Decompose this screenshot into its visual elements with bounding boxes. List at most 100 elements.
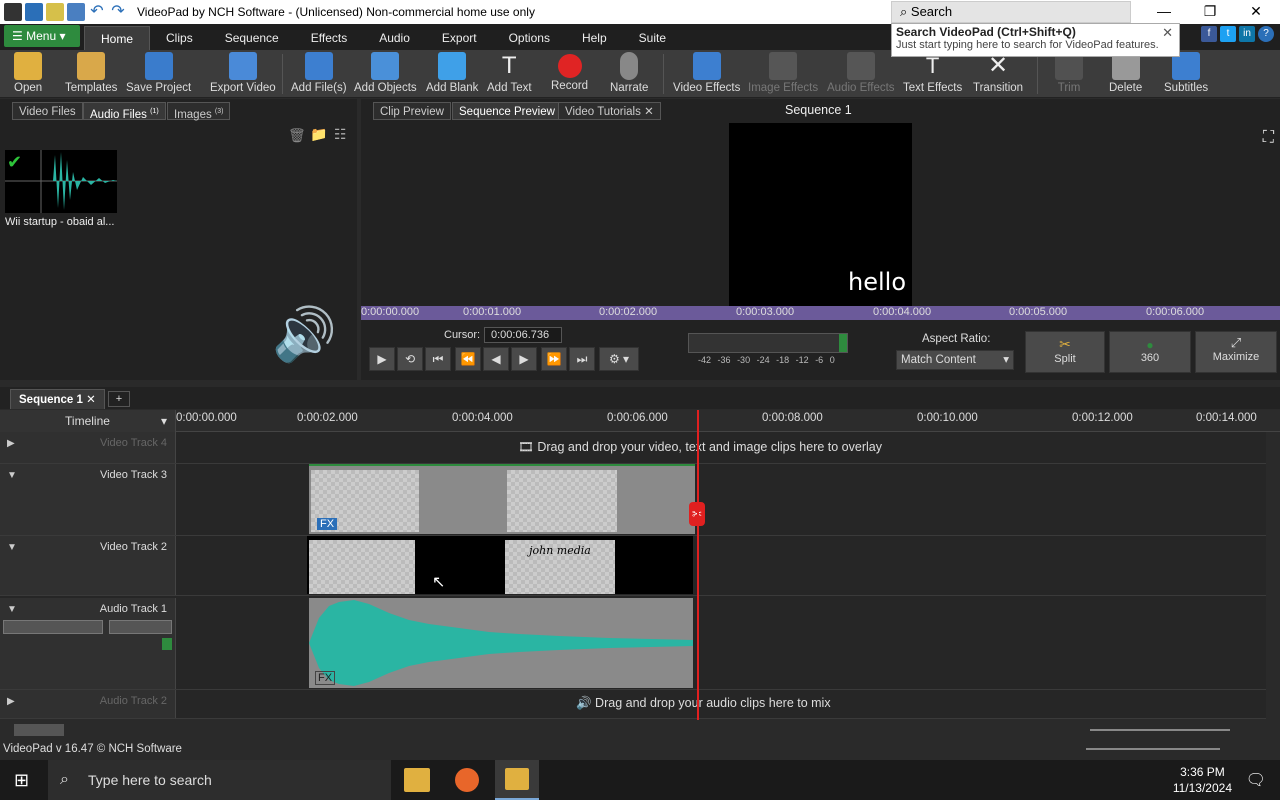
text-effects-button[interactable]: T Text Effects (903, 52, 962, 94)
expand-icon[interactable]: ▶ (7, 438, 15, 449)
new-icon[interactable] (25, 3, 43, 21)
360-button[interactable]: ● 360 (1109, 331, 1191, 373)
loop-button[interactable]: ⟲ (397, 347, 423, 371)
speed-dropdown[interactable]: ⚙ ▾ (599, 347, 639, 371)
close-button[interactable]: ✕ (1233, 0, 1279, 24)
step-back-button[interactable]: ◀ (483, 347, 509, 371)
narrate-button[interactable]: Narrate (610, 52, 648, 94)
preview-ruler[interactable]: 0:00:00.000 0:00:01.000 0:00:02.000 0:00… (361, 306, 1280, 320)
close-popup-icon[interactable]: ✕ (1162, 25, 1173, 41)
tab-sequence-1[interactable]: Sequence 1 ✕ (10, 389, 105, 409)
timeline-ruler[interactable]: Timeline ▾ 0:00:00.000 0:00:02.000 0:00:… (0, 410, 1280, 432)
templates-button[interactable]: Templates (65, 52, 117, 94)
prev-clip-button[interactable]: ⏪ (455, 347, 481, 371)
pan-slider[interactable] (109, 620, 172, 634)
track-header: ▼ Audio Track 1 (0, 598, 176, 689)
tab-export[interactable]: Export (426, 26, 493, 50)
delete-button[interactable]: Delete (1109, 52, 1142, 94)
facebook-icon[interactable]: f (1201, 26, 1217, 42)
trim-button[interactable]: Trim (1055, 52, 1083, 94)
save-icon[interactable] (67, 3, 85, 21)
expand-icon[interactable]: ▶ (7, 696, 15, 707)
fx-badge[interactable]: FX (317, 518, 338, 530)
export-video-button[interactable]: Export Video (210, 52, 276, 94)
record-button[interactable]: Record (551, 52, 588, 92)
delete-file-icon[interactable]: 🗑 (288, 127, 306, 144)
minimize-button[interactable]: — (1141, 0, 1187, 24)
tab-images[interactable]: Images (3) (167, 102, 231, 121)
add-files-button[interactable]: Add File(s) (291, 52, 347, 94)
audio-effects-button[interactable]: Audio Effects (827, 52, 895, 94)
add-sequence-button[interactable]: + (108, 391, 130, 407)
help-icon[interactable]: ? (1258, 26, 1274, 42)
tab-audio[interactable]: Audio (363, 26, 426, 50)
firefox-icon[interactable] (455, 768, 479, 792)
twitter-icon[interactable]: t (1220, 26, 1236, 42)
play-button[interactable]: ▶ (369, 347, 395, 371)
search-input[interactable]: ⌕ Search (891, 1, 1131, 23)
timeline-vertical-scrollbar[interactable] (1266, 432, 1280, 719)
collapse-icon[interactable]: ▼ (7, 542, 17, 553)
videopad-taskbar-button[interactable] (495, 760, 539, 800)
clock-date: 11/13/2024 (1172, 781, 1232, 795)
tab-help[interactable]: Help (566, 26, 623, 50)
tab-suite[interactable]: Suite (623, 26, 682, 50)
undo-icon[interactable]: ↶ (88, 3, 106, 21)
save-project-button[interactable]: Save Project (126, 52, 191, 94)
system-clock[interactable]: 3:36 PM 11/13/2024 (1173, 764, 1232, 796)
volume-slider[interactable] (3, 620, 103, 634)
transition-button[interactable]: ✕ Transition (973, 52, 1023, 94)
open-icon[interactable] (46, 3, 64, 21)
subtitles-button[interactable]: Subtitles (1164, 52, 1208, 94)
tab-options[interactable]: Options (493, 26, 566, 50)
tab-sequence-preview[interactable]: Sequence Preview (452, 102, 562, 120)
tab-sequence[interactable]: Sequence (209, 26, 295, 50)
list-view-icon[interactable]: ☷ (334, 126, 347, 143)
next-clip-button[interactable]: ⏩ (541, 347, 567, 371)
new-folder-icon[interactable]: 📁 (310, 126, 327, 143)
notifications-icon[interactable]: 🗨 (1246, 770, 1266, 790)
timeline-label[interactable]: Timeline ▾ (0, 410, 176, 432)
zoom-slider[interactable] (1090, 729, 1230, 731)
tab-video-files[interactable]: Video Files (12, 102, 83, 120)
open-button[interactable]: Open (14, 52, 42, 94)
video-clip[interactable]: FX (309, 464, 695, 534)
tab-audio-files[interactable]: Audio Files (1) (83, 102, 166, 121)
restore-button[interactable]: ❐ (1187, 0, 1233, 24)
video-clip[interactable]: john media (307, 536, 693, 594)
fullscreen-icon[interactable]: ⛶ (1263, 129, 1274, 147)
audio-file-thumbnail[interactable]: ✔ (5, 150, 117, 213)
taskbar-search[interactable]: ⌕ Type here to search (48, 760, 391, 800)
image-effects-button[interactable]: Image Effects (748, 52, 818, 94)
playhead[interactable] (697, 410, 699, 720)
menu-button[interactable]: ☰ Menu ▾ (4, 25, 80, 47)
master-volume-slider[interactable] (1086, 748, 1220, 750)
delete-label: Delete (1109, 82, 1143, 94)
add-text-button[interactable]: T Add Text (487, 52, 532, 94)
aspect-ratio-select[interactable]: Match Content ▾ (896, 350, 1014, 370)
windows-start-icon[interactable]: ⊞ (14, 770, 29, 791)
tab-effects[interactable]: Effects (295, 26, 363, 50)
tab-clip-preview[interactable]: Clip Preview (373, 102, 451, 120)
collapse-icon[interactable]: ▼ (7, 470, 17, 481)
tab-video-tutorials[interactable]: Video Tutorials ✕ (558, 102, 661, 120)
step-forward-button[interactable]: ▶ (511, 347, 537, 371)
cursor-value[interactable]: 0:00:06.736 (484, 327, 562, 343)
add-blank-button[interactable]: Add Blank (426, 52, 478, 94)
go-end-button[interactable]: ⏭ (569, 347, 595, 371)
timeline-horizontal-scrollbar[interactable] (0, 720, 1280, 740)
tab-clips[interactable]: Clips (150, 26, 209, 50)
file-explorer-icon[interactable] (404, 768, 430, 792)
tab-home[interactable]: Home (84, 26, 151, 50)
fx-badge[interactable]: FX (315, 671, 336, 685)
scroll-thumb[interactable] (14, 724, 64, 736)
redo-icon[interactable]: ↷ (109, 3, 127, 21)
maximize-button[interactable]: ⤢ Maximize (1195, 331, 1277, 373)
go-start-button[interactable]: ⏮ (425, 347, 451, 371)
video-effects-button[interactable]: Video Effects (673, 52, 740, 94)
linkedin-icon[interactable]: in (1239, 26, 1255, 42)
audio-clip[interactable]: FX (309, 598, 693, 688)
collapse-icon[interactable]: ▼ (7, 604, 17, 615)
add-objects-button[interactable]: Add Objects (354, 52, 417, 94)
split-button[interactable]: ✂ Split (1025, 331, 1105, 373)
